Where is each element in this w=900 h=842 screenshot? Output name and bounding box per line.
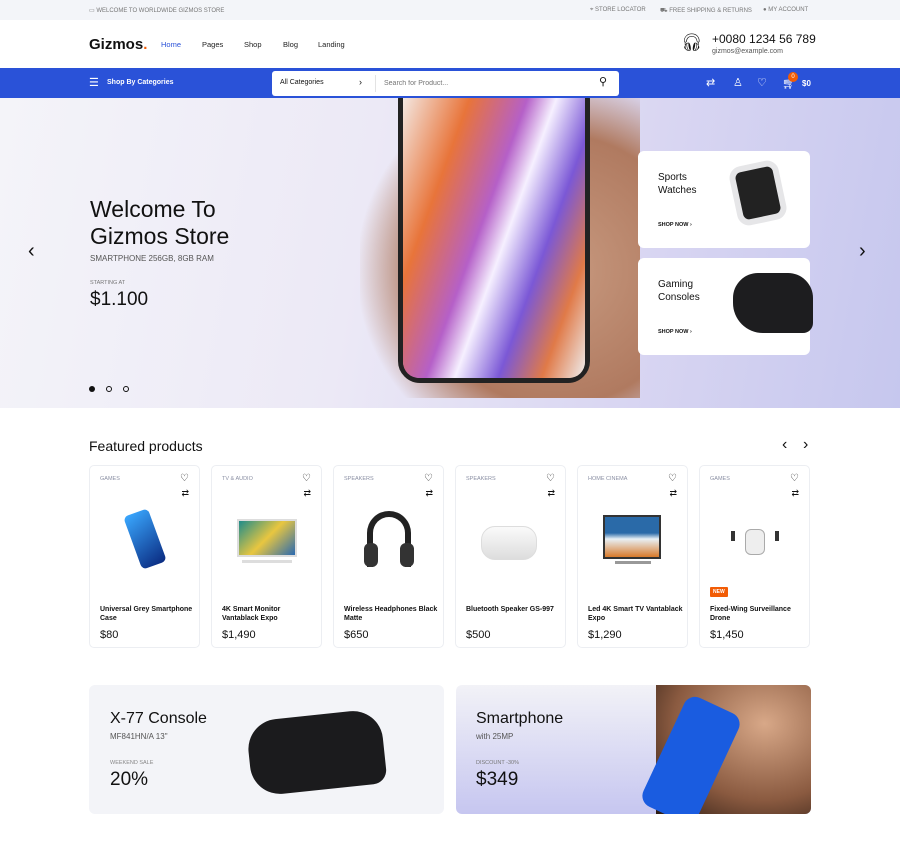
starting-label: STARTING AT <box>90 280 126 286</box>
search-icon[interactable]: ⚲ <box>599 75 607 88</box>
cart-total: $0 <box>802 79 811 88</box>
divider <box>375 75 376 92</box>
compare-icon[interactable]: ⇄ <box>706 76 715 89</box>
menu-icon[interactable]: ☰ <box>89 76 99 89</box>
console-controllers-image <box>245 708 388 797</box>
controller-image <box>733 273 813 333</box>
slide-dot-3[interactable] <box>123 386 129 392</box>
search-input[interactable] <box>384 76 584 91</box>
search-box: All Categories › ⚲ <box>272 71 619 96</box>
hero-slider: Welcome To Gizmos Store SMARTPHONE 256GB,… <box>0 98 900 408</box>
product-card[interactable]: GAMES ♡ ⇄ NEW Fixed-Wing Surveillance Dron… <box>699 465 810 648</box>
headphones-image <box>359 511 419 571</box>
product-card[interactable]: HOME CINEMA ♡ ⇄ Led 4K Smart TV Vantablack… <box>577 465 688 648</box>
headset-icon: 🎧︎ <box>681 33 703 52</box>
slide-dot-2[interactable] <box>106 386 112 392</box>
email: gizmos@example.com <box>712 48 783 55</box>
banner-smartphone[interactable]: Smartphone with 25MP DISCOUNT -30% $349 <box>456 685 811 814</box>
cart-count-badge: 0 <box>788 72 798 82</box>
heart-icon[interactable]: ♡ <box>302 473 311 484</box>
prev-products-icon[interactable]: ‹ <box>782 436 787 454</box>
smartphone-image <box>115 508 175 571</box>
watch-image <box>727 158 789 228</box>
nav-home[interactable]: Home <box>161 40 181 49</box>
product-card[interactable]: SPEAKERS ♡ ⇄ Bluetooth Speaker GS-997 $500 <box>455 465 566 648</box>
heart-icon[interactable]: ♡ <box>546 473 555 484</box>
hero-price: $1.100 <box>90 289 149 310</box>
section-title: Featured products <box>89 438 203 454</box>
heart-icon[interactable]: ♡ <box>790 473 799 484</box>
hero-subtitle: SMARTPHONE 256GB, 8GB RAM <box>90 254 214 263</box>
nav-shop[interactable]: Shop <box>244 40 262 49</box>
shop-now-link[interactable]: SHOP NOW › <box>658 329 692 335</box>
wishlist-icon[interactable]: ♡ <box>757 76 767 89</box>
category-select[interactable]: All Categories <box>280 79 324 86</box>
monitor-image <box>237 511 297 571</box>
product-card[interactable]: GAMES ♡ ⇄ Universal Grey Smartphone Case $8… <box>89 465 200 648</box>
shop-now-link[interactable]: SHOP NOW › <box>658 222 692 228</box>
compare-icon[interactable]: ⇄ <box>425 488 433 499</box>
welcome-text: ▭ WELCOME TO WORLDWIDE GIZMOS STORE <box>89 8 225 14</box>
product-card[interactable]: SPEAKERS ♡ ⇄ Wireless Headphones Black Mat… <box>333 465 444 648</box>
user-icon[interactable]: ♙ <box>733 76 743 89</box>
promo-sports-watches[interactable]: Sports Watches SHOP NOW › <box>638 151 810 248</box>
promo-gaming-consoles[interactable]: Gaming Consoles SHOP NOW › <box>638 258 813 355</box>
next-slide-icon[interactable]: › <box>859 240 866 263</box>
compare-icon[interactable]: ⇄ <box>303 488 311 499</box>
my-account-link[interactable]: ● MY ACCOUNT <box>763 7 808 13</box>
prev-slide-icon[interactable]: ‹ <box>28 240 35 263</box>
slide-dot-1[interactable] <box>89 386 95 392</box>
nav-landing[interactable]: Landing <box>318 40 345 49</box>
hero-title: Welcome To Gizmos Store <box>90 196 230 249</box>
shop-by-categories[interactable]: Shop By Categories <box>107 79 174 86</box>
next-products-icon[interactable]: › <box>803 436 808 454</box>
heart-icon[interactable]: ♡ <box>180 473 189 484</box>
compare-icon[interactable]: ⇄ <box>181 488 189 499</box>
compare-icon[interactable]: ⇄ <box>669 488 677 499</box>
compare-icon[interactable]: ⇄ <box>547 488 555 499</box>
nav-pages[interactable]: Pages <box>202 40 223 49</box>
heart-icon[interactable]: ♡ <box>668 473 677 484</box>
speaker-image <box>481 511 541 571</box>
phone-number: +0080 1234 56 789 <box>712 32 816 46</box>
tv-image <box>603 511 663 571</box>
phone-image <box>398 98 590 383</box>
banner-console[interactable]: X-77 Console MF841HN/A 13" WEEKEND SALE … <box>89 685 444 814</box>
logo[interactable]: Gizmos. <box>89 36 147 53</box>
compare-icon[interactable]: ⇄ <box>791 488 799 499</box>
drone-image <box>725 511 785 571</box>
shipping-link[interactable]: ⛟ FREE SHIPPING & RETURNS <box>660 7 752 15</box>
nav-blog[interactable]: Blog <box>283 40 298 49</box>
chevron-right-icon: › <box>359 77 362 87</box>
store-locator-link[interactable]: ⌖ STORE LOCATOR <box>590 7 646 14</box>
new-badge: NEW <box>710 587 728 597</box>
product-card[interactable]: TV & AUDIO ♡ ⇄ 4K Smart Monitor Vantablack… <box>211 465 322 648</box>
heart-icon[interactable]: ♡ <box>424 473 433 484</box>
top-bar: ▭ WELCOME TO WORLDWIDE GIZMOS STORE ⌖ ST… <box>0 0 900 20</box>
